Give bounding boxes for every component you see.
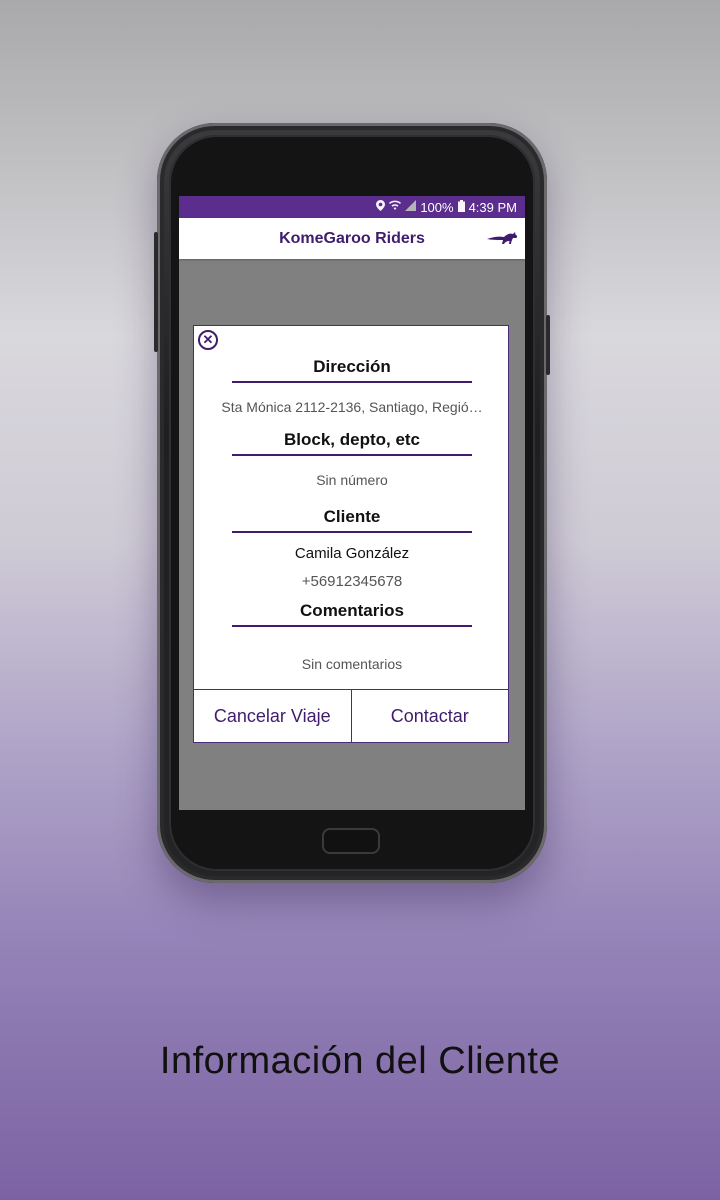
direccion-value: Sta Mónica 2112-2136, Santiago, Regió…: [221, 399, 483, 415]
cliente-title: Cliente: [232, 507, 472, 533]
app-screen: 100% 4:39 PM KomeGaroo Riders ✕ Direcció…: [179, 196, 525, 810]
app-bar: KomeGaroo Riders: [179, 218, 525, 259]
comentarios-value: Sin comentarios: [301, 656, 403, 672]
home-button: [322, 828, 380, 854]
signal-icon: [405, 200, 417, 214]
app-title: KomeGaroo Riders: [279, 229, 425, 247]
battery-percent: 100%: [420, 199, 454, 215]
caption-text: Información del Cliente: [159, 1040, 561, 1082]
block-title: Block, depto, etc: [232, 430, 472, 456]
cliente-name: Camila González: [294, 545, 410, 562]
direccion-title: Dirección: [232, 357, 472, 383]
status-time: 4:39 PM: [468, 199, 517, 215]
close-circle-icon[interactable]: ✕: [198, 330, 218, 350]
power-button: [546, 315, 550, 375]
block-value: Sin número: [316, 472, 388, 488]
contact-button[interactable]: Contactar: [350, 690, 509, 742]
comentarios-title: Comentarios: [232, 601, 472, 627]
battery-icon: [457, 199, 465, 215]
kangaroo-logo-icon: [485, 230, 519, 251]
wifi-icon: [389, 200, 402, 214]
cliente-phone: +56912345678: [301, 573, 403, 590]
dialog-actions: Cancelar Viaje Contactar: [194, 689, 508, 742]
client-info-dialog: ✕ Dirección Sta Mónica 2112-2136, Santia…: [193, 325, 509, 743]
location-icon: [376, 200, 386, 214]
cancel-trip-button[interactable]: Cancelar Viaje: [194, 690, 351, 742]
volume-button: [154, 232, 158, 352]
status-bar: 100% 4:39 PM: [179, 196, 525, 218]
